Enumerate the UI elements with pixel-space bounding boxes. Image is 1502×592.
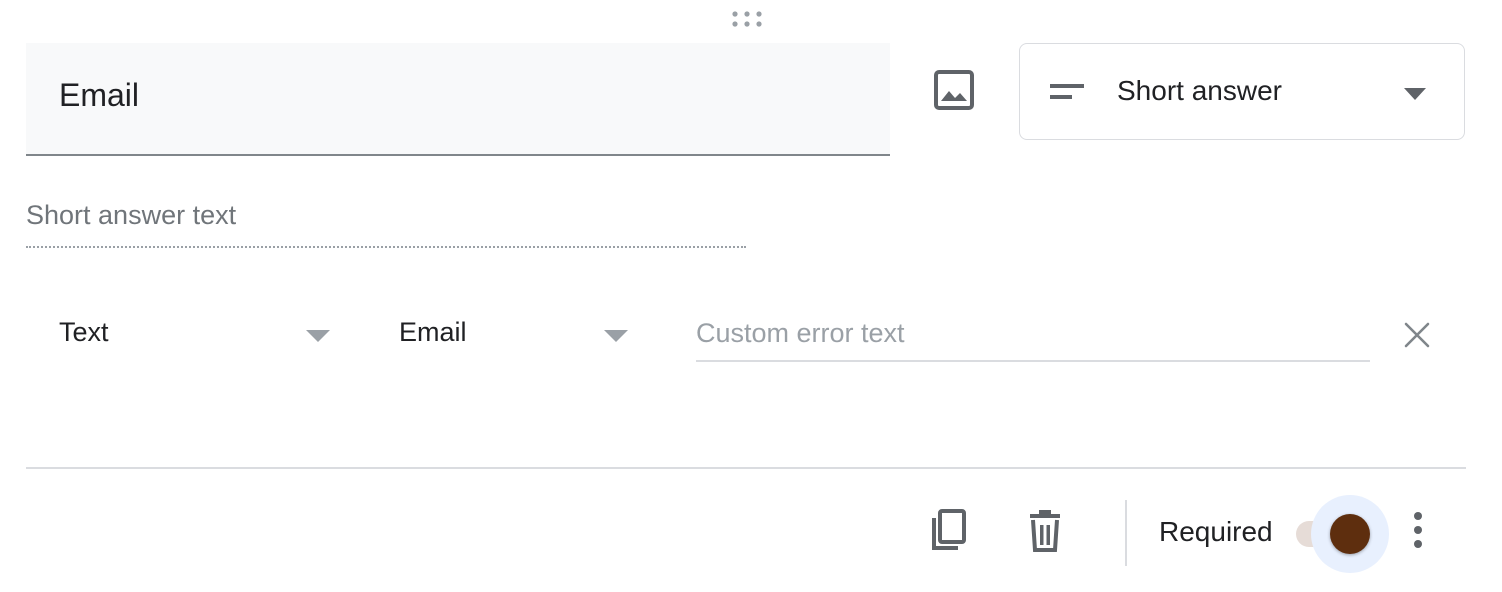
short-answer-placeholder: Short answer text xyxy=(26,200,237,230)
copy-icon[interactable] xyxy=(926,506,970,554)
close-icon[interactable] xyxy=(1400,318,1434,352)
validation-type-dropdown[interactable]: Text xyxy=(26,312,336,356)
dropdown-arrow-icon xyxy=(306,329,330,342)
drag-handle-icon[interactable] xyxy=(730,10,764,28)
more-vert-icon[interactable] xyxy=(1404,510,1432,550)
short-text-icon xyxy=(1050,82,1086,102)
question-title-text: Email xyxy=(59,77,140,113)
validation-type-label: Text xyxy=(59,317,109,347)
validation-rule-dropdown[interactable]: Email xyxy=(399,312,631,356)
question-type-dropdown[interactable]: Short answer xyxy=(1019,43,1465,140)
dropdown-arrow-icon xyxy=(1404,87,1426,100)
footer-separator xyxy=(1125,500,1127,566)
question-title-field[interactable]: Email xyxy=(26,43,890,156)
dropdown-arrow-icon xyxy=(604,329,628,342)
footer-divider xyxy=(26,467,1466,469)
question-card: Email Short answer Short answer text Tex… xyxy=(0,0,1502,592)
trash-icon[interactable] xyxy=(1023,508,1067,554)
image-icon[interactable] xyxy=(932,68,976,112)
validation-rule-label: Email xyxy=(399,317,467,347)
short-answer-preview: Short answer text xyxy=(26,200,746,248)
custom-error-input[interactable] xyxy=(696,314,1370,362)
required-toggle[interactable] xyxy=(1294,495,1390,574)
question-type-label: Short answer xyxy=(1117,75,1282,106)
toggle-knob xyxy=(1330,514,1370,554)
required-label: Required xyxy=(1159,516,1273,547)
